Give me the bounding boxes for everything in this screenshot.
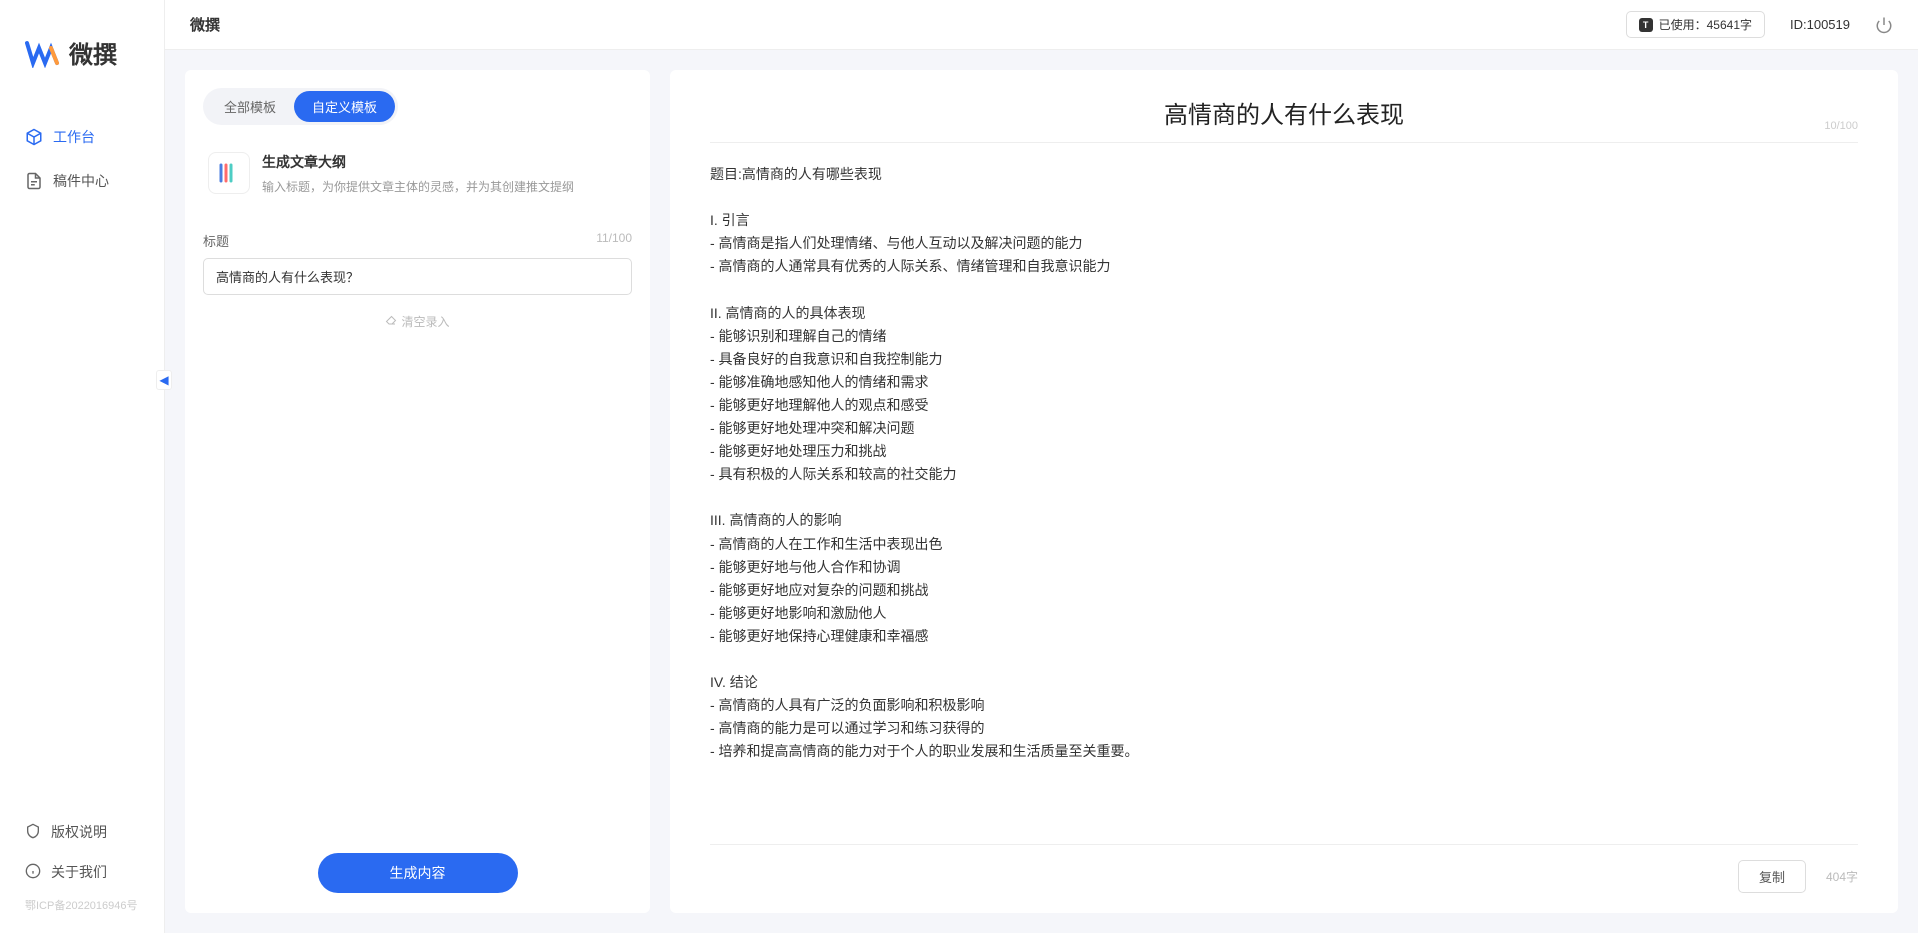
logo-icon	[25, 38, 61, 68]
nav-label: 稿件中心	[53, 171, 109, 191]
sidebar-collapse-toggle[interactable]: ◀	[156, 370, 172, 390]
input-panel: 全部模板 自定义模板 生成文章大纲 输入标题，为你提供文章主体的灵感，并为其创建…	[185, 70, 650, 913]
template-tabs: 全部模板 自定义模板	[203, 88, 398, 125]
nav-label: 工作台	[53, 127, 95, 147]
tab-all-templates[interactable]: 全部模板	[206, 91, 294, 122]
output-panel: 高情商的人有什么表现 10/100 题目:高情商的人有哪些表现 I. 引言 - …	[670, 70, 1898, 913]
header: 微撰 T 已使用：45641字 ID:100519	[165, 0, 1918, 50]
eraser-icon	[385, 314, 397, 329]
bottom-label: 关于我们	[51, 862, 107, 882]
logo-text: 微撰	[69, 35, 117, 70]
about-link[interactable]: 关于我们	[0, 852, 164, 892]
template-icon	[208, 152, 250, 194]
document-icon	[25, 172, 43, 190]
icp-text: 鄂ICP备2022016946号	[0, 892, 164, 918]
shield-icon	[25, 823, 41, 842]
template-info: 生成文章大纲 输入标题，为你提供文章主体的灵感，并为其创建推文提纲	[262, 152, 627, 196]
cube-icon	[25, 128, 43, 146]
nav-drafts[interactable]: 稿件中心	[0, 159, 164, 203]
output-footer: 复制 404字	[710, 844, 1858, 893]
nav-workbench[interactable]: 工作台	[0, 115, 164, 159]
title-input[interactable]	[203, 258, 632, 295]
usage-text: 已使用：45641字	[1659, 16, 1752, 33]
logo[interactable]: 微撰	[0, 0, 164, 95]
clear-input-button[interactable]: 清空录入	[203, 313, 632, 330]
power-icon[interactable]	[1875, 16, 1893, 34]
tab-custom-templates[interactable]: 自定义模板	[294, 91, 395, 122]
page-title: 微撰	[190, 14, 220, 35]
tab-label: 自定义模板	[312, 100, 377, 115]
output-word-count: 404字	[1826, 868, 1858, 885]
sidebar: 微撰 工作台 稿件中心	[0, 0, 165, 933]
text-icon: T	[1639, 18, 1653, 32]
copy-button[interactable]: 复制	[1738, 860, 1806, 893]
clear-label: 清空录入	[401, 313, 449, 330]
nav-items: 工作台 稿件中心	[0, 95, 164, 812]
generate-label: 生成内容	[390, 865, 446, 881]
sidebar-bottom: 版权说明 关于我们 鄂ICP备2022016946号	[0, 812, 164, 933]
output-title-row: 高情商的人有什么表现 10/100	[710, 95, 1858, 143]
copy-label: 复制	[1759, 870, 1785, 885]
info-icon	[25, 863, 41, 882]
bottom-label: 版权说明	[51, 822, 107, 842]
header-right: T 已使用：45641字 ID:100519	[1626, 11, 1893, 38]
copyright-link[interactable]: 版权说明	[0, 812, 164, 852]
title-label: 标题	[203, 231, 229, 250]
title-char-count: 11/100	[596, 231, 632, 250]
form-label-row: 标题 11/100	[203, 231, 632, 250]
template-card: 生成文章大纲 输入标题，为你提供文章主体的灵感，并为其创建推文提纲	[203, 137, 632, 211]
chevron-left-icon: ◀	[159, 373, 168, 387]
output-title[interactable]: 高情商的人有什么表现	[1164, 95, 1404, 130]
usage-badge[interactable]: T 已使用：45641字	[1626, 11, 1765, 38]
template-title: 生成文章大纲	[262, 152, 627, 172]
generate-button[interactable]: 生成内容	[318, 853, 518, 893]
user-id: ID:100519	[1790, 17, 1850, 32]
output-title-count: 10/100	[1824, 120, 1858, 132]
tab-label: 全部模板	[224, 100, 276, 115]
form-section: 标题 11/100 清空录入	[203, 231, 632, 330]
output-content[interactable]: 题目:高情商的人有哪些表现 I. 引言 - 高情商是指人们处理情绪、与他人互动以…	[710, 143, 1858, 844]
main-content: 全部模板 自定义模板 生成文章大纲 输入标题，为你提供文章主体的灵感，并为其创建…	[165, 50, 1918, 933]
template-desc: 输入标题，为你提供文章主体的灵感，并为其创建推文提纲	[262, 178, 627, 196]
